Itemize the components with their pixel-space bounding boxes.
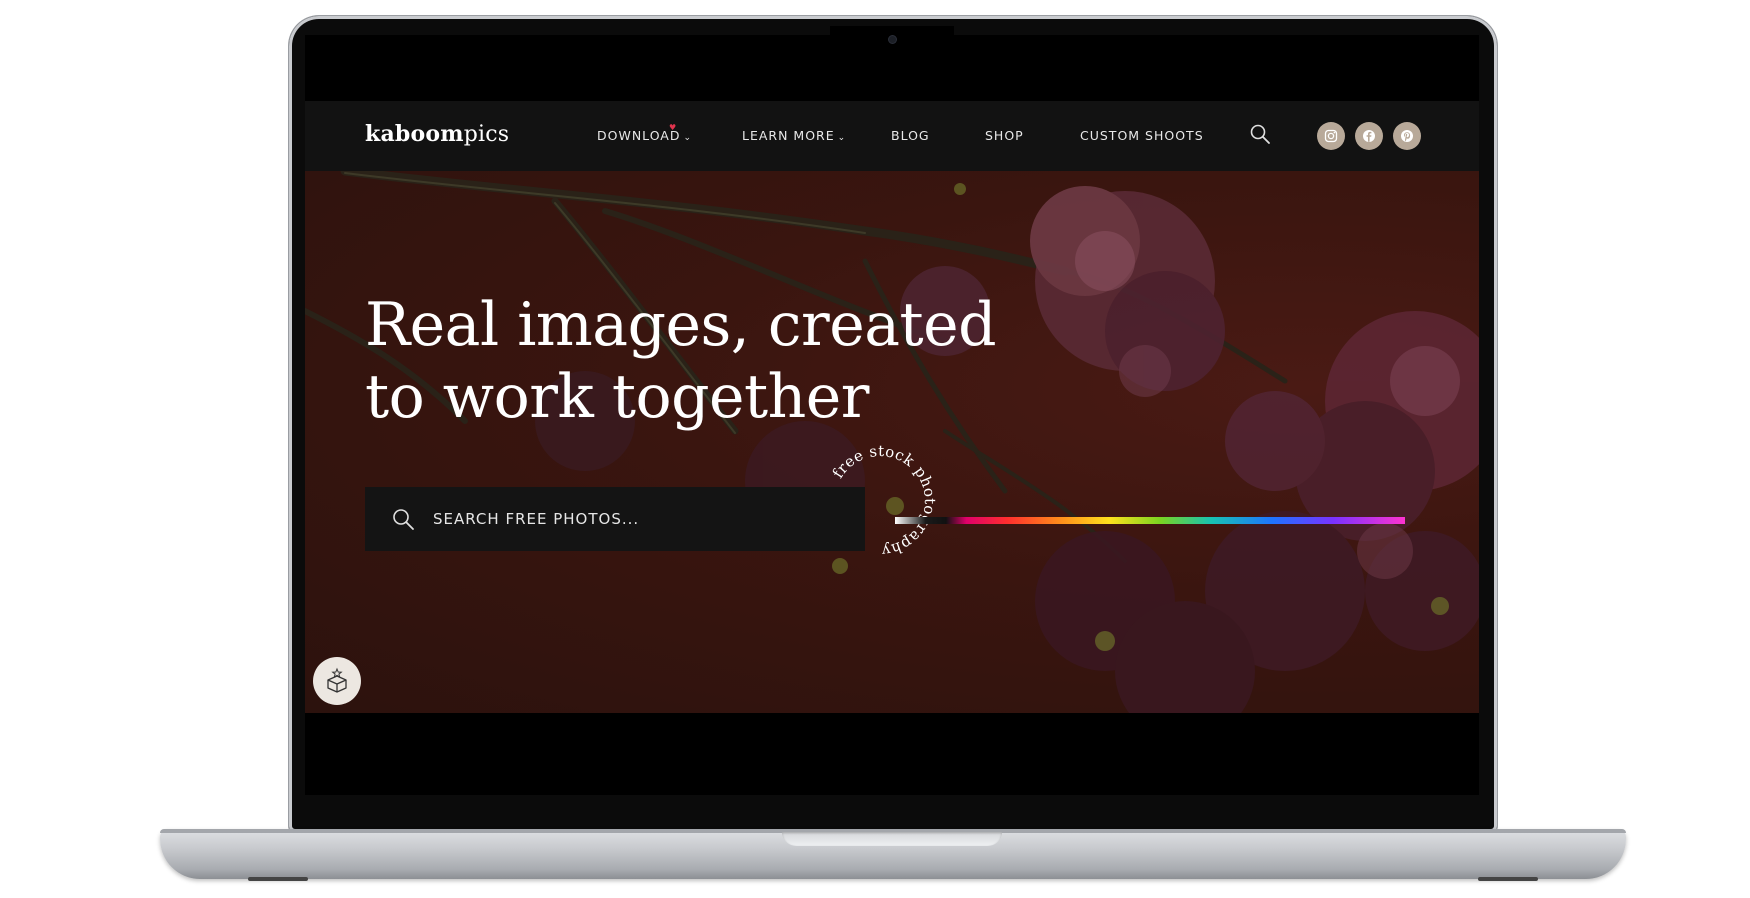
- nav-item-custom-shoots-label: CUSTOM SHOOTS: [1080, 128, 1204, 143]
- laptop-foot-right: [1478, 877, 1538, 881]
- hero-search-input[interactable]: SEARCH FREE PHOTOS...: [365, 487, 865, 551]
- nav-item-shop[interactable]: SHOP: [985, 128, 1024, 143]
- nav-item-learn-more-label: LEARN MORE: [742, 128, 835, 143]
- chevron-down-icon: ⌄: [683, 133, 693, 143]
- nav-item-shop-label: SHOP: [985, 128, 1024, 143]
- search-icon: [393, 509, 414, 530]
- laptop-mockup: kaboompics DOWNLOAD ♥ ⌄ LEARN MORE ⌄ BLOG S…: [0, 0, 1750, 898]
- logo-light-text: pics: [463, 122, 510, 147]
- chevron-down-icon: ⌄: [837, 133, 847, 143]
- search-placeholder: SEARCH FREE PHOTOS...: [433, 510, 640, 528]
- free-stock-photography-badge: free stock photography: [829, 442, 939, 560]
- nav-item-download-label: DOWNLOAD: [597, 128, 681, 143]
- nav-item-download[interactable]: DOWNLOAD ♥ ⌄: [597, 123, 693, 143]
- svg-text:free stock photography: free stock photography: [829, 442, 939, 560]
- rainbow-divider: [895, 517, 1405, 524]
- pinterest-icon[interactable]: [1393, 122, 1421, 150]
- gift-box-icon[interactable]: [313, 657, 361, 705]
- nav-item-learn-more[interactable]: LEARN MORE ⌄: [742, 128, 846, 143]
- search-icon[interactable]: [1249, 123, 1271, 145]
- hero-headline-line-2: to work together: [365, 362, 870, 432]
- screen-bottom-bezel: [305, 713, 1479, 795]
- hero-headline: Real images, created to work together: [365, 289, 997, 433]
- nav-item-blog[interactable]: BLOG: [891, 128, 930, 143]
- site-header: kaboompics DOWNLOAD ♥ ⌄ LEARN MORE ⌄ BLOG S…: [305, 101, 1479, 171]
- site-logo[interactable]: kaboompics: [365, 121, 509, 147]
- facebook-icon[interactable]: [1355, 122, 1383, 150]
- heart-icon: ♥: [669, 123, 678, 132]
- hero-headline-line-1: Real images, created: [365, 290, 997, 360]
- laptop-foot-left: [248, 877, 308, 881]
- camera-icon: [889, 36, 896, 43]
- hero-section: Real images, created to work together SE…: [305, 171, 1479, 713]
- logo-bold-text: kaboom: [365, 121, 464, 147]
- badge-text: free stock photography: [829, 442, 939, 560]
- instagram-icon[interactable]: [1317, 122, 1345, 150]
- nav-item-custom-shoots[interactable]: CUSTOM SHOOTS: [1080, 128, 1204, 143]
- nav-item-blog-label: BLOG: [891, 128, 930, 143]
- laptop-thumb-notch: [782, 832, 1002, 846]
- laptop-screen: kaboompics DOWNLOAD ♥ ⌄ LEARN MORE ⌄ BLOG S…: [305, 35, 1479, 795]
